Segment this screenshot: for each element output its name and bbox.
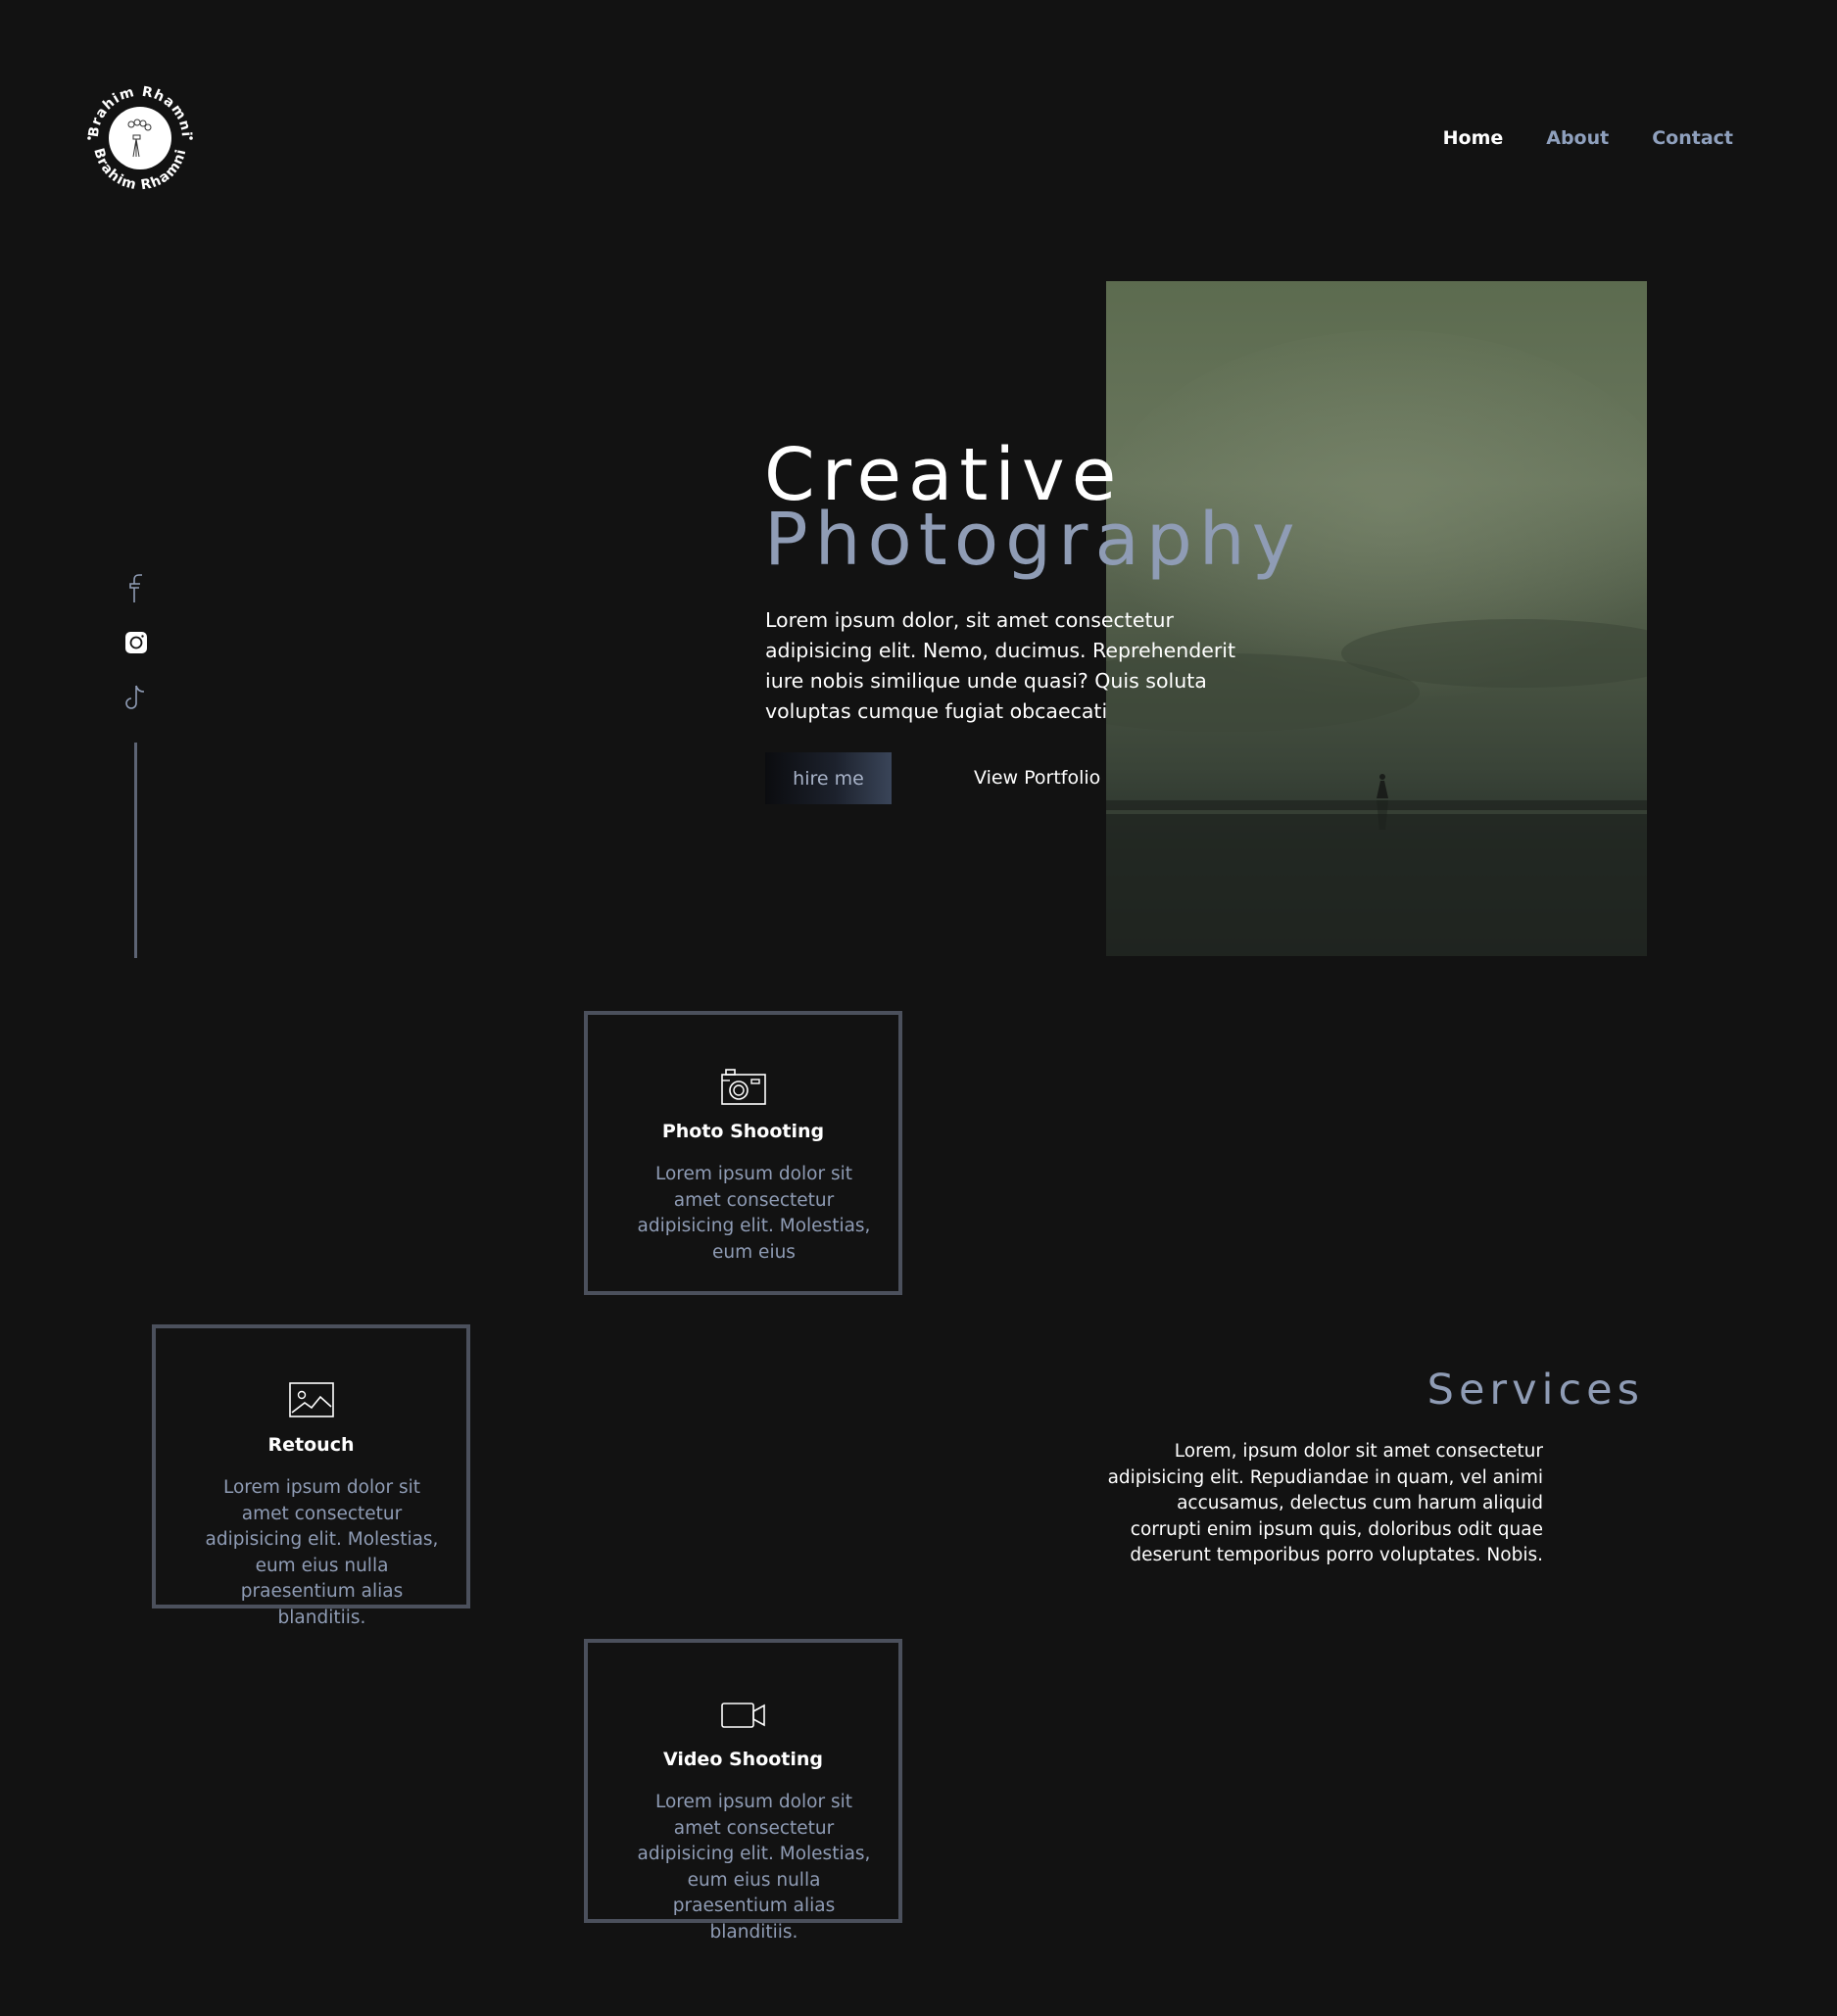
logo[interactable]: Brahim Rhamni Brahim Rhamni [80,78,200,198]
social-divider-line [134,743,137,958]
main-nav: Home About Contact [1443,127,1733,149]
card-text: Lorem ipsum dolor sit amet consectetur a… [637,1164,871,1263]
services-title: Services [1426,1366,1644,1415]
service-card-video-shooting: Video Shooting Lorem ipsum dolor sit ame… [584,1639,902,1943]
nav-contact[interactable]: Contact [1652,127,1733,149]
services-description: Lorem, ipsum dolor sit amet consectetur … [1107,1441,1543,1565]
hire-me-button[interactable]: hire me [765,752,892,804]
nav-home[interactable]: Home [1443,127,1504,149]
hero-title: Creative Photography [764,439,1302,582]
hero-title-line2: Photography [764,498,1302,582]
video-camera-icon [720,1703,765,1728]
instagram-icon[interactable] [121,625,151,660]
hero-description: Lorem ipsum dolor, sit amet consectetur … [765,608,1235,723]
card-text: Lorem ipsum dolor sit amet consectetur a… [205,1477,439,1628]
card-text: Lorem ipsum dolor sit amet consectetur a… [637,1792,871,1943]
service-card-photo-shooting: Photo Shooting Lorem ipsum dolor sit ame… [584,1011,902,1295]
card-title: Video Shooting [662,1749,824,1770]
tiktok-icon[interactable] [121,680,151,715]
image-icon [288,1382,334,1417]
service-card-retouch: Retouch Lorem ipsum dolor sit amet conse… [152,1324,470,1628]
card-title: Retouch [267,1434,355,1456]
logo-badge-icon: Brahim Rhamni Brahim Rhamni [86,84,193,194]
camera-icon [720,1069,766,1105]
social-links [121,570,151,958]
view-portfolio-button[interactable]: View Portfolio [958,752,1116,804]
card-title: Photo Shooting [661,1121,825,1142]
facebook-icon[interactable] [121,570,151,605]
nav-about[interactable]: About [1546,127,1609,149]
